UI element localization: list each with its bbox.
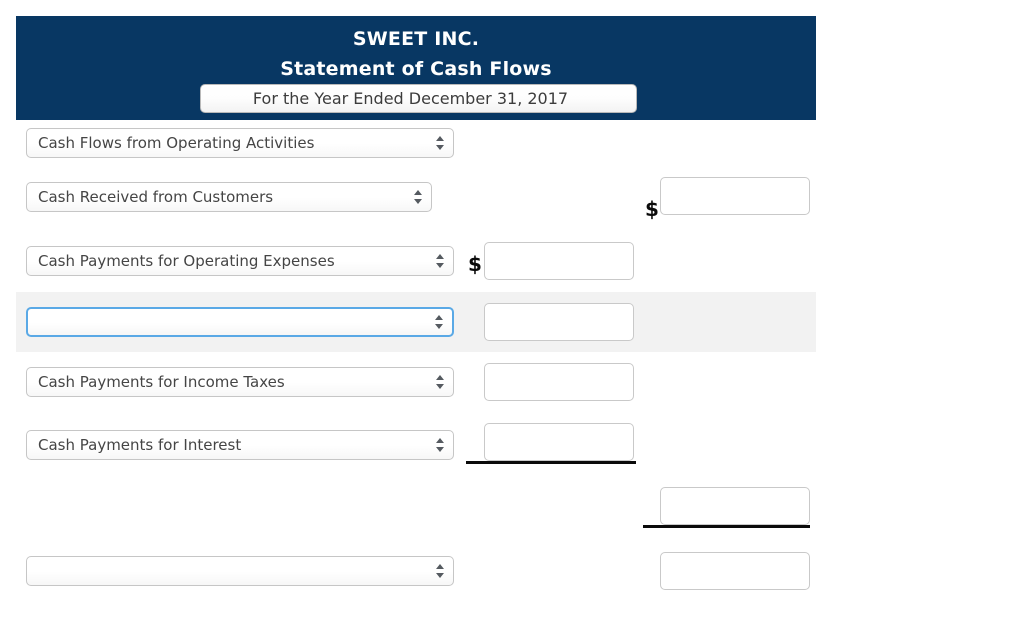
amount-input-blank-entry-last[interactable]: [660, 552, 810, 590]
select-stepper-icon: [435, 314, 444, 330]
amount-input-cash-payments-interest[interactable]: [484, 423, 634, 461]
select-stepper-icon: [436, 253, 445, 269]
select-stepper-icon: [414, 189, 423, 205]
cash-flow-statement-worksheet: SWEET INC. Statement of Cash Flows For t…: [0, 0, 1024, 636]
select-stepper-icon: [436, 374, 445, 390]
select-value: Cash Payments for Operating Expenses: [38, 252, 335, 270]
select-value: Cash Payments for Income Taxes: [38, 373, 285, 391]
subtotal-rule-interest: [466, 461, 636, 464]
select-blank-entry-focused[interactable]: [26, 307, 454, 337]
select-value: Cash Payments for Interest: [38, 436, 242, 454]
dollar-sign-operating-expenses: $: [468, 252, 482, 276]
select-value: Cash Flows from Operating Activities: [38, 134, 315, 152]
select-stepper-icon: [436, 437, 445, 453]
dollar-sign-cash-received: $: [645, 197, 659, 221]
select-stepper-icon: [436, 135, 445, 151]
subtotal-rule-net-cash: [643, 525, 810, 528]
amount-input-cash-received-from-customers[interactable]: [660, 177, 810, 215]
select-value: Cash Received from Customers: [38, 188, 274, 206]
select-operating-activities-section[interactable]: Cash Flows from Operating Activities: [26, 128, 454, 158]
select-stepper-icon: [436, 563, 445, 579]
select-cash-payments-interest[interactable]: Cash Payments for Interest: [26, 430, 454, 460]
period-select-value: For the Year Ended December 31, 2017: [252, 89, 569, 108]
select-cash-payments-income-taxes[interactable]: Cash Payments for Income Taxes: [26, 367, 454, 397]
select-blank-entry-last[interactable]: [26, 556, 454, 586]
amount-input-net-cash-subtotal[interactable]: [660, 487, 810, 525]
amount-input-cash-payments-income-taxes[interactable]: [484, 363, 634, 401]
select-cash-payments-operating-expenses[interactable]: Cash Payments for Operating Expenses: [26, 246, 454, 276]
select-cash-received-from-customers[interactable]: Cash Received from Customers: [26, 182, 432, 212]
statement-title: Statement of Cash Flows: [280, 58, 552, 80]
amount-input-cash-payments-operating-expenses[interactable]: [484, 242, 634, 280]
period-select[interactable]: For the Year Ended December 31, 2017: [200, 84, 637, 113]
amount-input-blank-entry-focused[interactable]: [484, 303, 634, 341]
company-name: SWEET INC.: [352, 28, 480, 50]
